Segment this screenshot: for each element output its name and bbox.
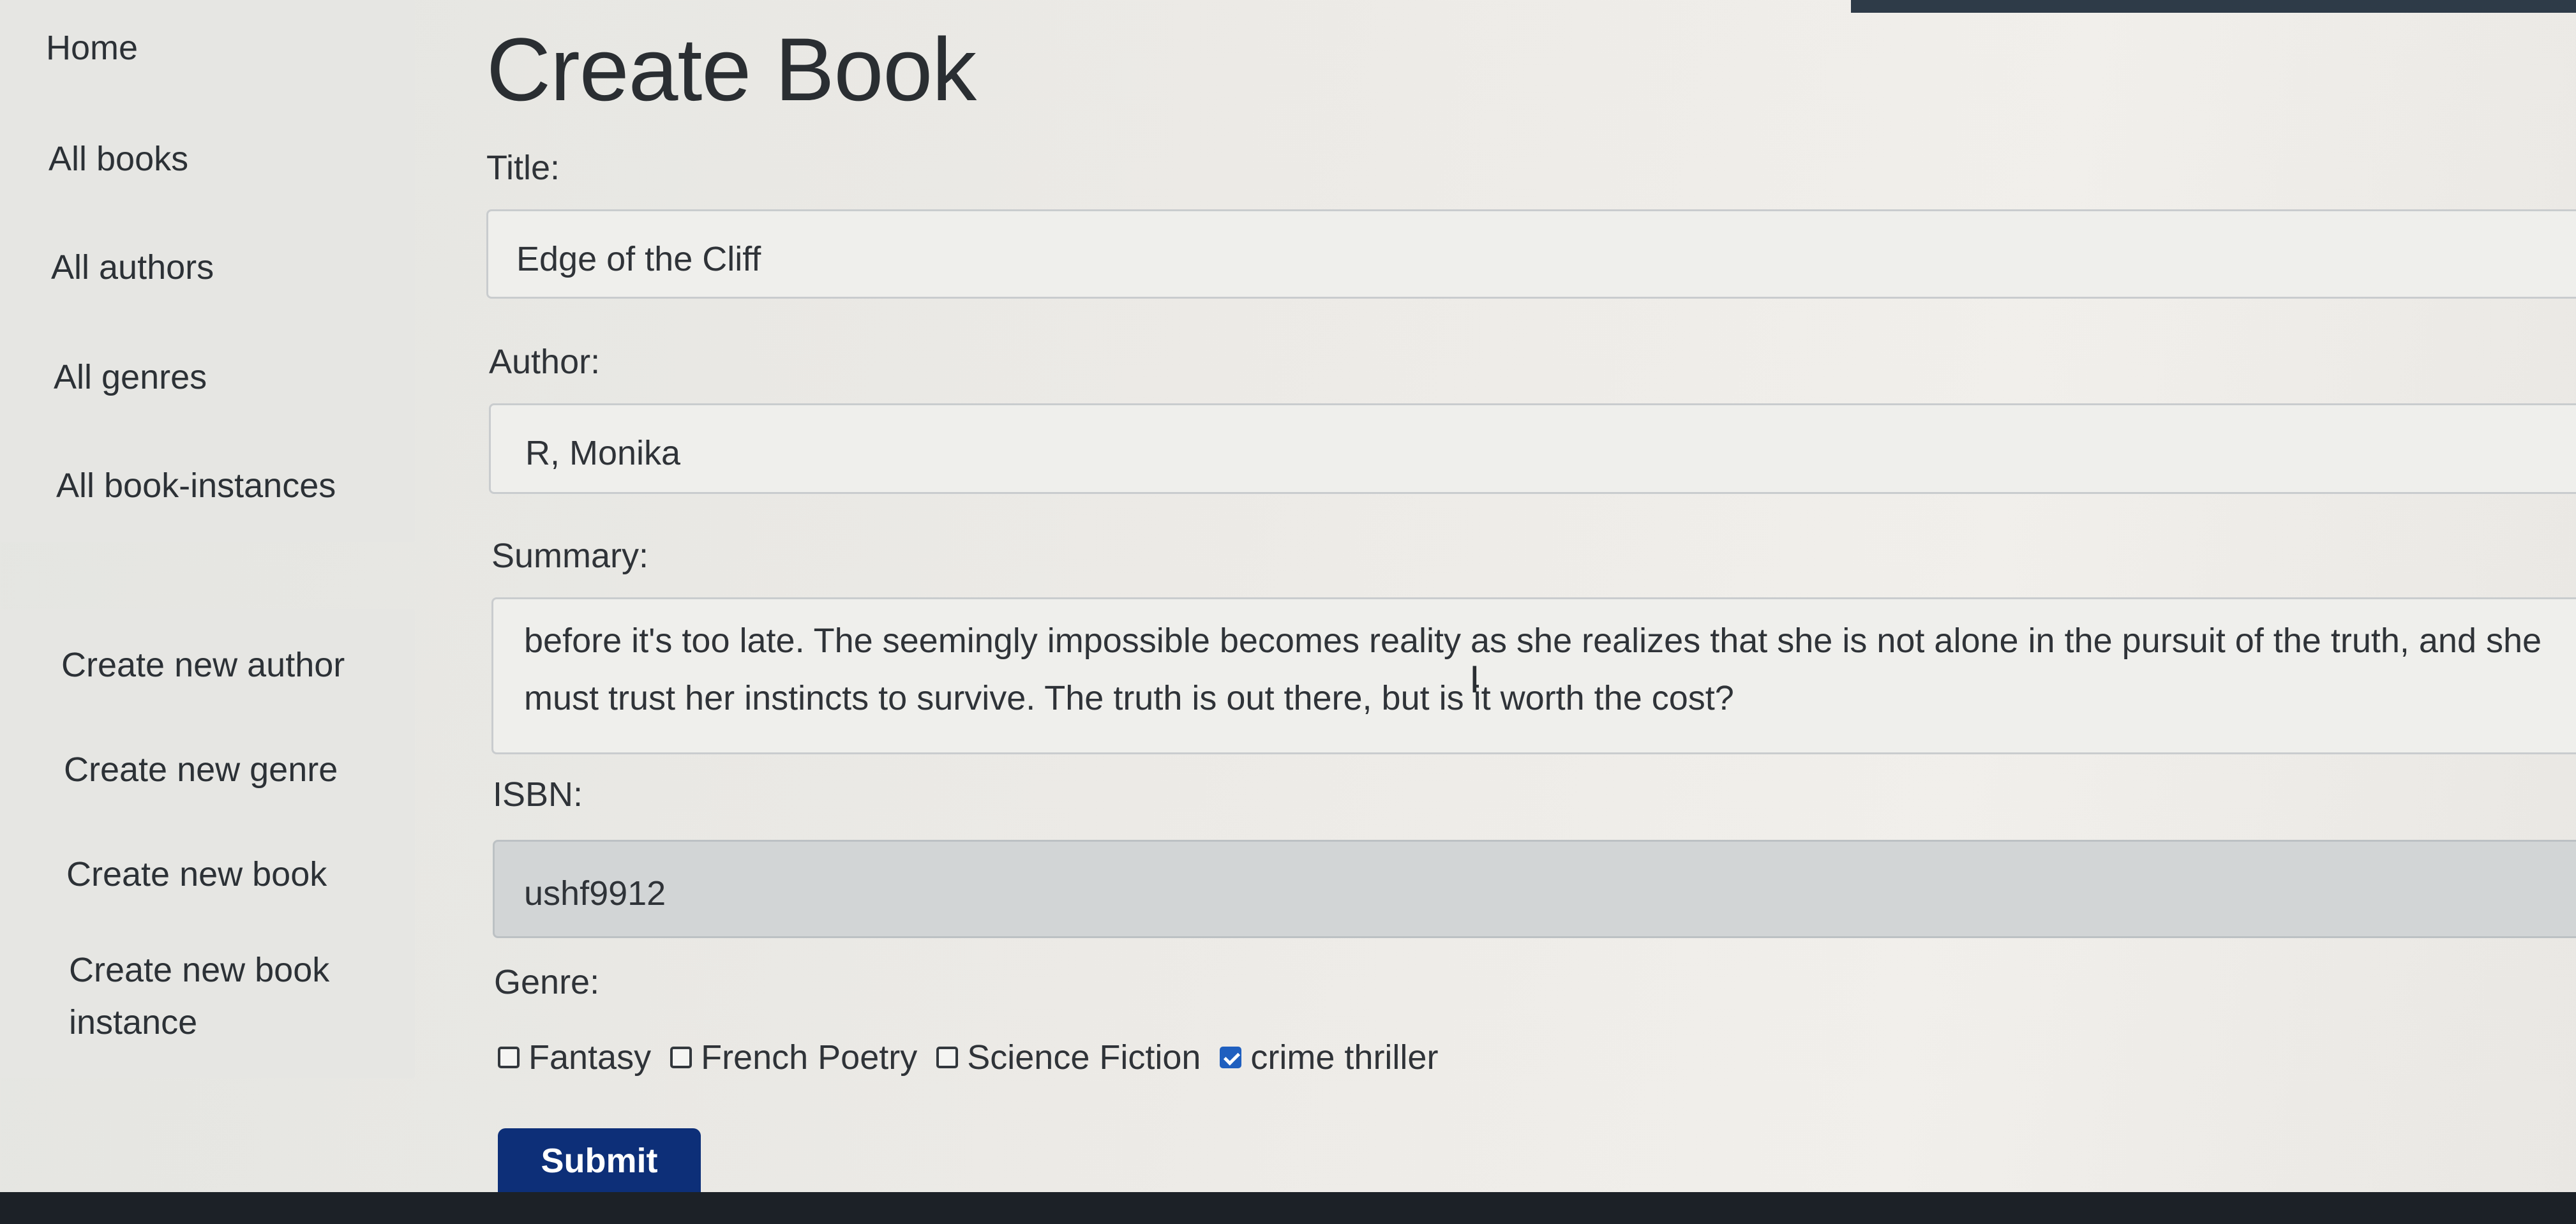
title-input[interactable]: Edge of the Cliff xyxy=(486,209,2576,299)
genre-checkbox[interactable] xyxy=(1220,1047,1242,1068)
genre-option-french-poetry[interactable]: French Poetry xyxy=(670,1038,917,1077)
isbn-input-value: ushf9912 xyxy=(524,874,666,913)
sidebar-link-home[interactable]: Home xyxy=(46,28,138,68)
summary-label: Summary: xyxy=(491,537,649,575)
summary-textarea[interactable]: before it's too late. The seemingly impo… xyxy=(491,597,2576,754)
sidebar-link-create-author[interactable]: Create new author xyxy=(61,645,345,685)
isbn-label: ISBN: xyxy=(493,775,583,814)
window-top-edge xyxy=(1851,0,2576,13)
title-input-value: Edge of the Cliff xyxy=(516,240,761,278)
genre-option-science-fiction[interactable]: Science Fiction xyxy=(936,1038,1201,1077)
genre-label: Genre: xyxy=(494,963,600,1001)
genre-option-label: Science Fiction xyxy=(967,1038,1201,1077)
sidebar-link-create-book[interactable]: Create new book xyxy=(66,855,327,894)
sidebar-nav-panel: Home All books All authors All genres Al… xyxy=(0,0,415,542)
sidebar-link-all-books[interactable]: All books xyxy=(49,139,188,179)
genre-checkbox[interactable] xyxy=(936,1047,959,1068)
genre-checkbox-group: Fantasy French Poetry Science Fiction cr… xyxy=(498,1029,1457,1086)
sidebar-link-create-book-instance[interactable]: Create new book instance xyxy=(69,944,388,1049)
isbn-input[interactable]: ushf9912 xyxy=(493,840,2576,938)
genre-checkbox[interactable] xyxy=(670,1047,693,1068)
sidebar-link-all-book-instances[interactable]: All book-instances xyxy=(56,466,336,505)
sidebar-link-all-authors[interactable]: All authors xyxy=(51,248,214,287)
sidebar-create-panel: Create new author Create new genre Creat… xyxy=(0,609,415,1078)
genre-option-fantasy[interactable]: Fantasy xyxy=(498,1038,651,1077)
text-cursor-icon: I xyxy=(1469,658,1480,701)
page-title: Create Book xyxy=(486,19,977,119)
sidebar-link-all-genres[interactable]: All genres xyxy=(54,357,207,397)
author-label: Author: xyxy=(489,343,601,381)
sidebar-link-create-genre[interactable]: Create new genre xyxy=(64,750,338,789)
genre-option-label: crime thriller xyxy=(1250,1038,1439,1077)
genre-option-label: Fantasy xyxy=(528,1038,652,1077)
author-select[interactable]: R, Monika xyxy=(489,403,2576,494)
title-label: Title: xyxy=(486,149,560,187)
genre-checkbox[interactable] xyxy=(498,1047,520,1068)
genre-option-label: French Poetry xyxy=(701,1038,918,1077)
summary-textarea-value: before it's too late. The seemingly impo… xyxy=(524,622,2542,717)
taskbar-edge xyxy=(0,1192,2576,1224)
author-select-value: R, Monika xyxy=(525,434,681,472)
genre-option-crime-thriller[interactable]: crime thriller xyxy=(1220,1038,1438,1077)
